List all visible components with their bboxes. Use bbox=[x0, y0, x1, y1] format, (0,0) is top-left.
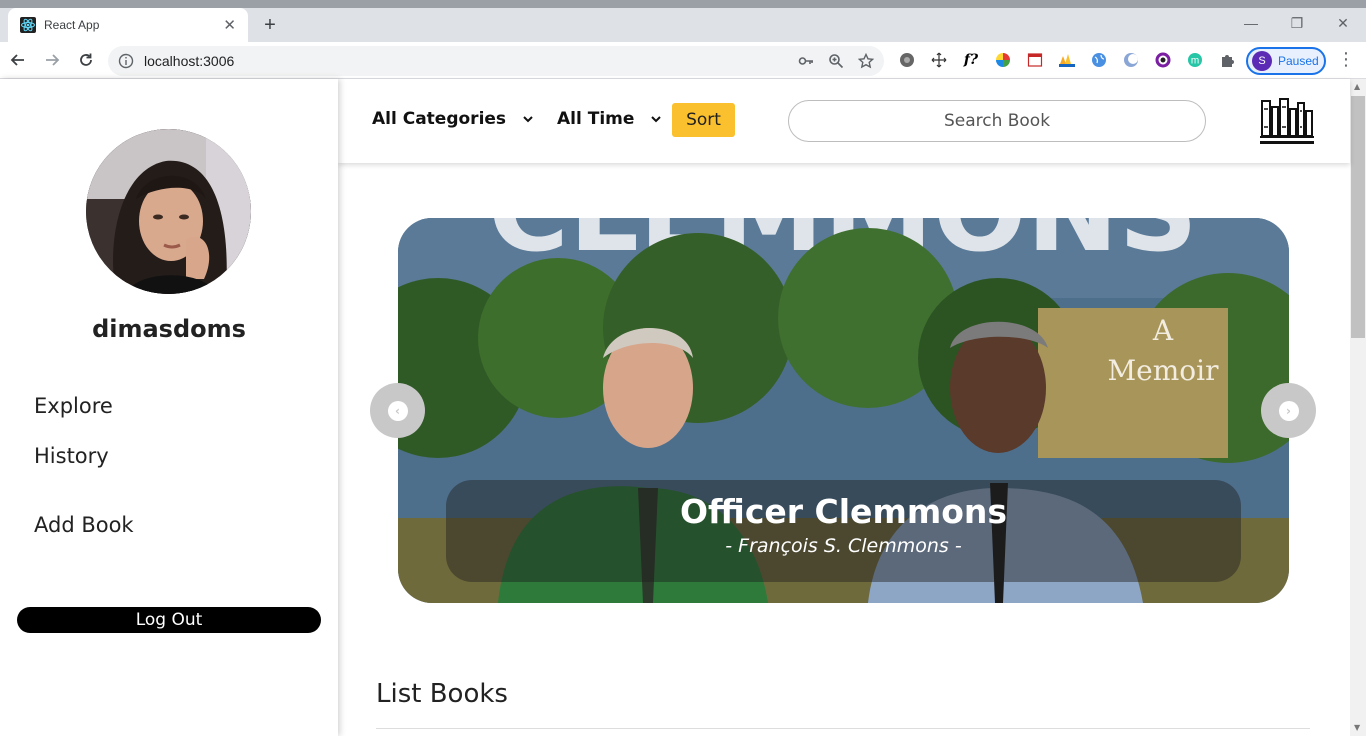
star-icon[interactable] bbox=[858, 53, 874, 69]
avatar-photo bbox=[86, 129, 251, 294]
carousel-next-button[interactable]: › bbox=[1261, 383, 1316, 438]
tab-close-icon[interactable]: ✕ bbox=[223, 16, 236, 34]
profile-status: Paused bbox=[1278, 54, 1319, 68]
chevron-right-icon: › bbox=[1278, 400, 1299, 421]
top-filter-bar: All Categories All Time Sort bbox=[338, 79, 1350, 163]
m-ext-icon[interactable]: m bbox=[1184, 49, 1206, 71]
carousel-caption: Officer Clemmons - François S. Clemmons … bbox=[446, 480, 1241, 582]
sidebar: dimasdoms Explore History Add Book Log O… bbox=[0, 79, 338, 736]
scrollbar-thumb[interactable] bbox=[1351, 96, 1365, 338]
pma-ext-icon[interactable] bbox=[1056, 49, 1078, 71]
nav-history[interactable]: History bbox=[34, 444, 109, 468]
featured-book-title: Officer Clemmons bbox=[679, 492, 1008, 531]
address-bar[interactable]: localhost:3006 bbox=[108, 46, 884, 76]
url-text: localhost:3006 bbox=[144, 53, 235, 69]
list-books-heading: List Books bbox=[376, 679, 508, 709]
sort-button[interactable]: Sort bbox=[672, 103, 735, 137]
browser-tab[interactable]: React App ✕ bbox=[8, 8, 248, 42]
featured-book-carousel[interactable]: CLEMMONS A Memoir bbox=[398, 218, 1289, 603]
restore-icon[interactable]: ❐ bbox=[1274, 8, 1320, 38]
chevron-down-icon bbox=[651, 116, 662, 123]
carousel-prev-button[interactable]: ‹ bbox=[370, 383, 425, 438]
svg-text:m: m bbox=[1191, 56, 1199, 67]
window-top-strip bbox=[0, 0, 1366, 8]
react-icon bbox=[20, 17, 36, 33]
reload-icon bbox=[80, 53, 92, 66]
category-dropdown-label: All Categories bbox=[372, 109, 507, 129]
tab-title: React App bbox=[44, 18, 100, 32]
ring-ext-icon[interactable] bbox=[1152, 49, 1174, 71]
nav-add-book[interactable]: Add Book bbox=[34, 513, 134, 537]
featured-book-author: - François S. Clemmons - bbox=[725, 535, 962, 557]
time-dropdown[interactable]: All Time bbox=[557, 109, 662, 129]
cover-memoir-text: Memoir bbox=[1108, 354, 1220, 387]
window-controls: — ❐ ✕ bbox=[1228, 8, 1366, 42]
list-divider bbox=[376, 728, 1310, 729]
time-dropdown-label: All Time bbox=[557, 109, 635, 129]
profile-button[interactable]: S Paused bbox=[1246, 47, 1326, 75]
move-ext-icon[interactable] bbox=[928, 49, 950, 71]
main-content: All Categories All Time Sort Search Book… bbox=[338, 79, 1350, 736]
nav-explore[interactable]: Explore bbox=[34, 394, 113, 418]
menu-kebab-icon[interactable]: ⋮ bbox=[1336, 50, 1356, 72]
app-root: dimasdoms Explore History Add Book Log O… bbox=[0, 79, 1366, 736]
page-scrollbar[interactable]: ▲ ▼ bbox=[1350, 79, 1366, 736]
profile-avatar-icon: S bbox=[1252, 51, 1272, 71]
zoom-icon[interactable] bbox=[828, 53, 844, 69]
reload-button[interactable] bbox=[70, 44, 102, 76]
moon-ext-icon[interactable] bbox=[1120, 49, 1142, 71]
chevron-left-icon: ‹ bbox=[387, 400, 408, 421]
user-avatar bbox=[86, 129, 251, 294]
arrow-left-icon bbox=[10, 54, 24, 66]
search-book-input[interactable] bbox=[788, 100, 1206, 142]
minimize-icon[interactable]: — bbox=[1228, 8, 1274, 38]
key-icon[interactable] bbox=[798, 53, 814, 69]
close-window-icon[interactable]: ✕ bbox=[1320, 8, 1366, 38]
category-dropdown[interactable]: All Categories bbox=[372, 109, 534, 129]
cover-a-text: A bbox=[1152, 314, 1174, 347]
globe-ext-icon[interactable] bbox=[896, 49, 918, 71]
puzzle-icon[interactable] bbox=[1216, 49, 1238, 71]
color-wheel-ext-icon[interactable] bbox=[992, 49, 1014, 71]
omnibox-actions bbox=[798, 53, 874, 69]
blue-globe-ext-icon[interactable] bbox=[1088, 49, 1110, 71]
scroll-down-icon[interactable]: ▼ bbox=[1354, 724, 1362, 732]
tab-bar: React App ✕ + — ❐ ✕ bbox=[0, 8, 1366, 42]
chevron-down-icon bbox=[523, 116, 533, 123]
library-logo-icon[interactable] bbox=[1258, 97, 1316, 145]
font-ext-icon[interactable]: f? bbox=[960, 49, 982, 71]
scroll-up-icon[interactable]: ▲ bbox=[1354, 83, 1362, 91]
username: dimasdoms bbox=[92, 315, 246, 343]
back-button[interactable] bbox=[2, 44, 34, 76]
new-tab-button[interactable]: + bbox=[258, 14, 282, 38]
forward-button[interactable] bbox=[36, 44, 68, 76]
info-icon[interactable] bbox=[118, 53, 134, 69]
arrow-right-icon bbox=[46, 54, 60, 66]
extensions-bar: f? m bbox=[896, 49, 1238, 71]
window-ext-icon[interactable] bbox=[1024, 49, 1046, 71]
logout-button[interactable]: Log Out bbox=[17, 607, 321, 633]
browser-toolbar: localhost:3006 f? m S Paused ⋮ bbox=[0, 42, 1366, 79]
